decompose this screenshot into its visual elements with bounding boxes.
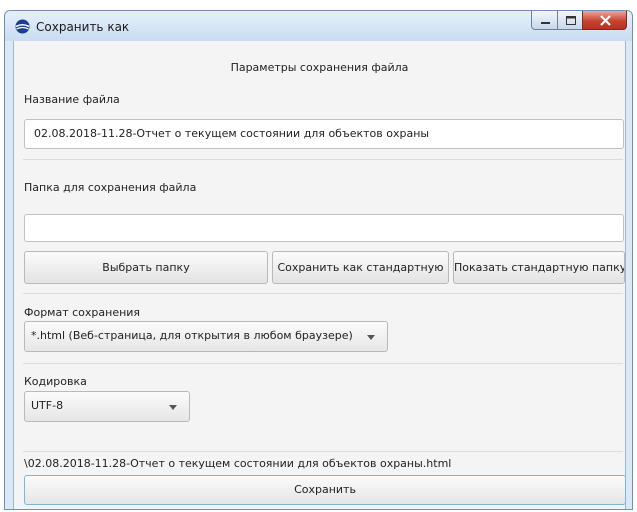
folder-label: Папка для сохранения файла: [24, 181, 197, 194]
dialog-content: Параметры сохранения файла Название файл…: [13, 41, 626, 509]
divider: [23, 363, 623, 364]
format-label: Формат сохранения: [24, 306, 141, 319]
folder-input[interactable]: [24, 214, 624, 242]
window-title: Сохранить как: [36, 20, 130, 34]
save-as-default-button[interactable]: Сохранить как стандартную: [272, 251, 449, 284]
title-bar[interactable]: Сохранить как: [5, 11, 632, 41]
app-icon: [15, 19, 30, 34]
maximize-icon: [566, 16, 576, 25]
maximize-button[interactable]: [557, 11, 583, 30]
format-selected-value: *.html (Веб-страница, для открытия в люб…: [31, 329, 353, 342]
minimize-icon: [541, 22, 550, 24]
format-select[interactable]: *.html (Веб-страница, для открытия в люб…: [24, 321, 388, 352]
choose-folder-button[interactable]: Выбрать папку: [24, 251, 268, 284]
close-icon: [600, 15, 611, 26]
encoding-select[interactable]: UTF-8: [24, 391, 190, 422]
filename-label: Название файла: [24, 93, 120, 106]
divider: [23, 451, 623, 452]
divider: [23, 159, 623, 160]
save-button[interactable]: Сохранить: [24, 475, 626, 505]
encoding-selected-value: UTF-8: [31, 399, 64, 412]
encoding-label: Кодировка: [24, 375, 87, 388]
minimize-button[interactable]: [531, 11, 558, 30]
filename-input[interactable]: 02.08.2018-11.28-Отчет о текущем состоян…: [24, 119, 624, 149]
file-path-preview: \02.08.2018-11.28-Отчет о текущем состоя…: [24, 457, 452, 470]
divider: [23, 293, 623, 294]
close-button[interactable]: [582, 11, 627, 30]
save-as-dialog: Сохранить как Параметры сохранения файла…: [4, 10, 633, 510]
form-header: Параметры сохранения файла: [230, 61, 409, 74]
show-default-folder-button[interactable]: Показать стандартную папку: [453, 251, 625, 284]
chevron-down-icon: [169, 405, 177, 410]
chevron-down-icon: [367, 335, 375, 340]
